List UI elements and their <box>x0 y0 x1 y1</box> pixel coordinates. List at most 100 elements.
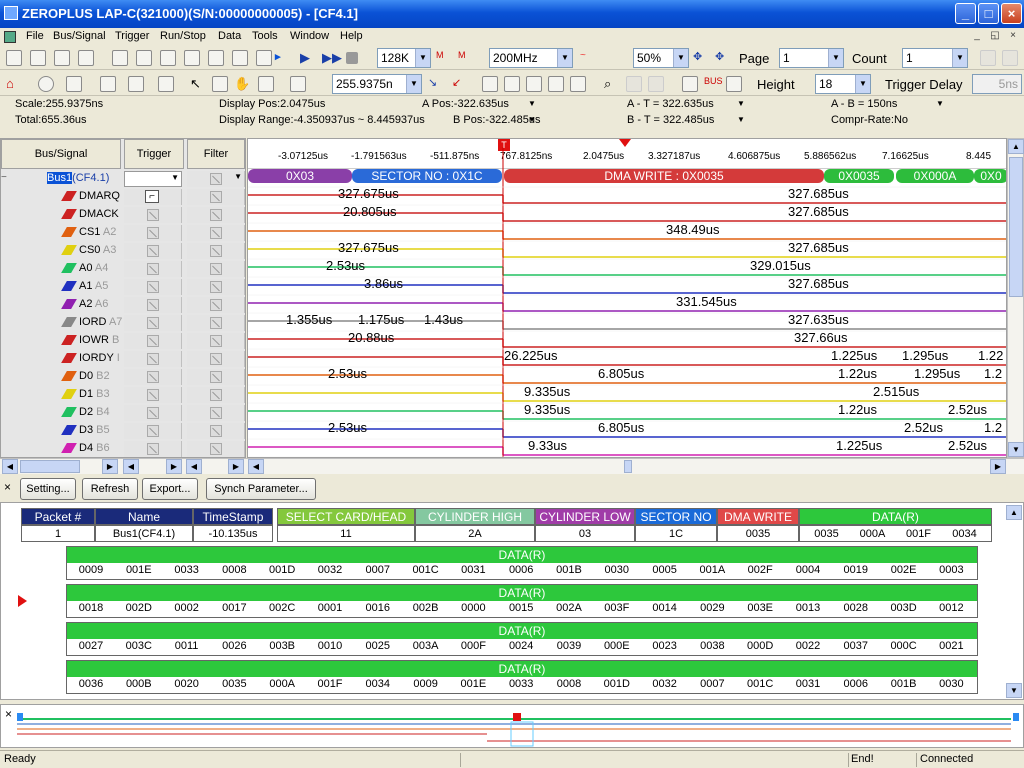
waveform-icon[interactable]: ~ <box>580 50 596 66</box>
clock-config-icon[interactable] <box>208 50 224 66</box>
overview-panel[interactable]: × <box>0 704 1024 748</box>
data-block[interactable]: DATA(R) 0009 001E 0033 0008 001D 0032 0007 001C 0… <box>66 546 978 580</box>
packet-column-header[interactable]: CYLINDER LOW <box>535 508 635 525</box>
filter-cell[interactable] <box>187 225 245 241</box>
signal-row[interactable]: IORDY I <box>1 350 247 368</box>
hw-config-icon[interactable] <box>256 50 272 66</box>
scroll-thumb[interactable] <box>1009 157 1023 297</box>
refresh-button[interactable]: Refresh <box>82 478 138 500</box>
signal-row[interactable]: D0 B2 <box>1 368 247 386</box>
packet-column-header[interactable]: TimeStamp <box>193 508 273 525</box>
waveform-vertical-scrollbar[interactable]: ▲ ▼ <box>1007 138 1024 458</box>
filter-cell[interactable] <box>187 207 245 223</box>
sample-rate-select[interactable]: 200MHz ▼ <box>489 48 573 68</box>
signal-color-icon[interactable] <box>61 227 77 237</box>
new-file-icon[interactable] <box>6 50 22 66</box>
run-repeat-icon[interactable]: ▶▶ <box>322 50 342 66</box>
bus-segment[interactable]: 0X000A <box>896 169 974 183</box>
packet-column-header[interactable]: DMA WRITE <box>717 508 799 525</box>
packet-column-header[interactable]: SECTOR NO <box>635 508 717 525</box>
scroll-right-icon[interactable]: ▶ <box>166 459 182 474</box>
bus-segment[interactable]: 0X0035 <box>824 169 894 183</box>
close-button[interactable]: × <box>1001 3 1022 24</box>
signal-row[interactable]: A1 A5 <box>1 278 247 296</box>
cursor-b-icon[interactable]: ↙ <box>452 76 468 92</box>
run-icon[interactable]: ▶ <box>300 50 316 66</box>
scroll-left-icon[interactable]: ◀ <box>186 459 202 474</box>
bar-a-icon[interactable] <box>504 76 520 92</box>
page-prev-icon[interactable] <box>980 50 996 66</box>
search-prev-icon[interactable] <box>626 76 642 92</box>
trigger-cell[interactable] <box>124 333 182 349</box>
trigger-cell[interactable] <box>124 297 182 313</box>
trigger-cell[interactable] <box>124 279 182 295</box>
trigger-config-icon[interactable] <box>160 50 176 66</box>
menu-window[interactable]: Window <box>290 30 329 42</box>
signal-row[interactable]: − Bus1(CF4.1) ▼ ▼ <box>1 170 247 188</box>
signal-row[interactable]: CS0 A3 <box>1 242 247 260</box>
count-select[interactable]: 1 ▼ <box>902 48 968 68</box>
signal-color-icon[interactable] <box>61 209 77 219</box>
signal-row[interactable]: D3 B5 <box>1 422 247 440</box>
memory-depth-select[interactable]: 128K ▼ <box>377 48 431 68</box>
open-folder-icon[interactable] <box>30 50 46 66</box>
trigger-cell[interactable] <box>124 243 182 259</box>
trigger-cell[interactable] <box>124 423 182 439</box>
a-pos-info[interactable]: A Pos:-322.635us <box>422 98 509 110</box>
signal-row[interactable]: A0 A4 <box>1 260 247 278</box>
minimize-button[interactable]: _ <box>955 3 976 24</box>
grid-a-icon[interactable] <box>100 76 116 92</box>
filter-cell[interactable] <box>187 261 245 277</box>
collapse-icon[interactable]: − <box>1 172 7 183</box>
scale-select[interactable]: 255.9375n ▼ <box>332 74 422 94</box>
bus-segment[interactable]: 0X03 <box>248 169 352 183</box>
save-icon[interactable] <box>54 50 70 66</box>
data-block[interactable]: DATA(R) 0036 000B 0020 0035 000A 001F 0034 0009 0… <box>66 660 978 694</box>
maximize-button[interactable]: □ <box>978 3 999 24</box>
decode-icon[interactable]: ▸ <box>275 50 291 66</box>
waveform-scroll-thumb[interactable] <box>624 460 632 473</box>
trigger-delay-input[interactable]: 5ns <box>972 74 1022 94</box>
filter-cell[interactable] <box>187 423 245 439</box>
trigger-cell[interactable] <box>124 315 182 331</box>
signal-color-icon[interactable] <box>61 353 77 363</box>
menu-file[interactable]: File <box>26 30 44 42</box>
packet-column-header[interactable]: CYLINDER HIGH <box>415 508 535 525</box>
filter-cell[interactable]: ▼ <box>187 171 245 187</box>
packet-column-header[interactable]: Packet # <box>21 508 95 525</box>
packet-column-header[interactable]: SELECT CARD/HEAD <box>277 508 415 525</box>
signal-row[interactable]: D2 B4 <box>1 404 247 422</box>
filter-cell[interactable] <box>187 279 245 295</box>
page-select[interactable]: 1 ▼ <box>779 48 844 68</box>
mem-decrease-icon[interactable]: M <box>436 50 452 66</box>
signal-config-icon[interactable] <box>136 50 152 66</box>
clock-icon[interactable] <box>38 76 54 92</box>
packet-list[interactable]: Packet # Name TimeStamp SELECT CARD/HEAD CYL… <box>0 502 1024 700</box>
signal-color-icon[interactable] <box>61 245 77 255</box>
bus-segment[interactable]: 0X0 <box>974 169 1006 183</box>
packet-column-header[interactable]: DATA(R) <box>799 508 992 525</box>
a-t-info[interactable]: A - T = 322.635us <box>627 98 714 110</box>
calc-icon[interactable] <box>682 76 698 92</box>
bar-icon[interactable] <box>482 76 498 92</box>
data-block[interactable]: DATA(R) 0018 002D 0002 0017 002C 0001 0016 002B 0… <box>66 584 978 618</box>
zoom-in-icon[interactable]: ✥ <box>693 50 709 66</box>
signal-color-icon[interactable] <box>61 371 77 381</box>
scroll-right-icon[interactable]: ▶ <box>102 459 118 474</box>
scroll-up-icon[interactable]: ▲ <box>1006 505 1022 520</box>
mem-increase-icon[interactable]: M <box>458 50 474 66</box>
scroll-right-icon[interactable]: ▶ <box>228 459 244 474</box>
filter-cell[interactable] <box>187 369 245 385</box>
filter-cell[interactable] <box>187 189 245 205</box>
export-button[interactable]: Export... <box>142 478 198 500</box>
filter-cell[interactable] <box>187 333 245 349</box>
trigger-cell[interactable]: ⌐ <box>124 189 182 205</box>
cursor-select-icon[interactable] <box>212 76 228 92</box>
signal-color-icon[interactable] <box>61 335 77 345</box>
scroll-left-icon[interactable]: ◀ <box>248 459 264 474</box>
signal-scroll-thumb[interactable] <box>20 460 80 473</box>
measure-icon[interactable] <box>258 76 274 92</box>
signal-row[interactable]: DMARQ ⌐ <box>1 188 247 206</box>
menu-bus-signal[interactable]: Bus/Signal <box>53 30 106 42</box>
signal-color-icon[interactable] <box>61 407 77 417</box>
